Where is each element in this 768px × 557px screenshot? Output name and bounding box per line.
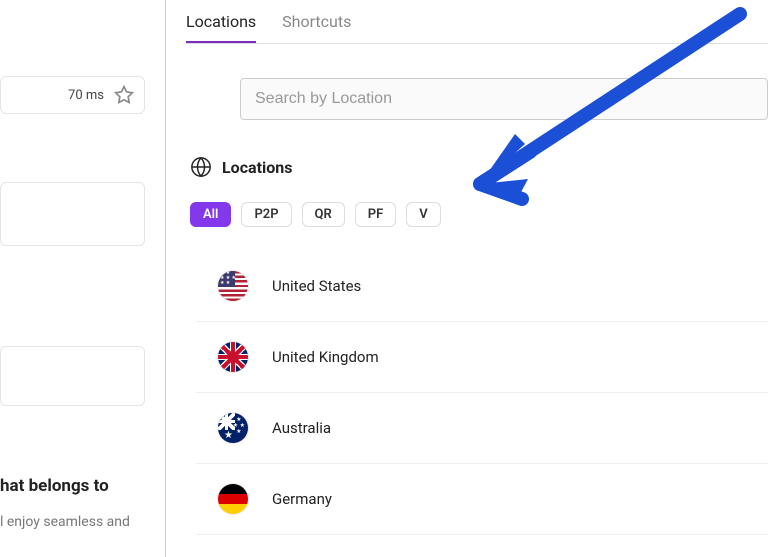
- heading-fragment: hat belongs to: [0, 476, 145, 496]
- sidebar-card-placeholder: [0, 182, 145, 246]
- latency-value: 70 ms: [68, 88, 104, 103]
- location-row-de[interactable]: Germany: [196, 464, 768, 535]
- filter-chip-pf[interactable]: PF: [355, 202, 397, 227]
- location-row-uk[interactable]: United Kingdom: [196, 322, 768, 393]
- flag-de-icon: [218, 484, 248, 514]
- server-latency-card[interactable]: 70 ms: [0, 76, 145, 114]
- vertical-divider: [165, 0, 166, 557]
- tab-shortcuts[interactable]: Shortcuts: [282, 12, 351, 43]
- section-header: Locations: [190, 156, 768, 178]
- location-row-au[interactable]: ★★ ★★ Australia: [196, 393, 768, 464]
- tab-bar: Locations Shortcuts: [186, 12, 768, 44]
- flag-uk-icon: [218, 342, 248, 372]
- location-label: United States: [272, 277, 361, 295]
- main-panel: Locations Shortcuts Locations All P2P QR…: [186, 0, 768, 557]
- tab-locations[interactable]: Locations: [186, 12, 256, 43]
- search-field[interactable]: [240, 78, 768, 120]
- globe-icon: [190, 156, 212, 178]
- paragraph-fragment: l enjoy seamless and: [0, 514, 145, 530]
- sidebar-card-placeholder: [0, 346, 145, 406]
- left-sidebar-fragment: 70 ms hat belongs to l enjoy seamless an…: [0, 0, 155, 557]
- flag-au-icon: ★★ ★★: [218, 413, 248, 443]
- location-list: United States United Kingdom ★★ ★★ Austr…: [196, 251, 768, 535]
- flag-us-icon: [218, 271, 248, 301]
- location-row-us[interactable]: United States: [196, 251, 768, 322]
- filter-chip-row: All P2P QR PF V: [190, 202, 768, 227]
- filter-chip-p2p[interactable]: P2P: [241, 202, 291, 227]
- favorite-star-icon[interactable]: [114, 85, 134, 105]
- section-title: Locations: [222, 158, 292, 177]
- location-label: Germany: [272, 490, 332, 508]
- filter-chip-v[interactable]: V: [406, 202, 440, 227]
- filter-chip-qr[interactable]: QR: [302, 202, 345, 227]
- filter-chip-all[interactable]: All: [190, 202, 231, 227]
- location-label: United Kingdom: [272, 348, 379, 366]
- location-label: Australia: [272, 419, 331, 437]
- search-input[interactable]: [255, 90, 753, 108]
